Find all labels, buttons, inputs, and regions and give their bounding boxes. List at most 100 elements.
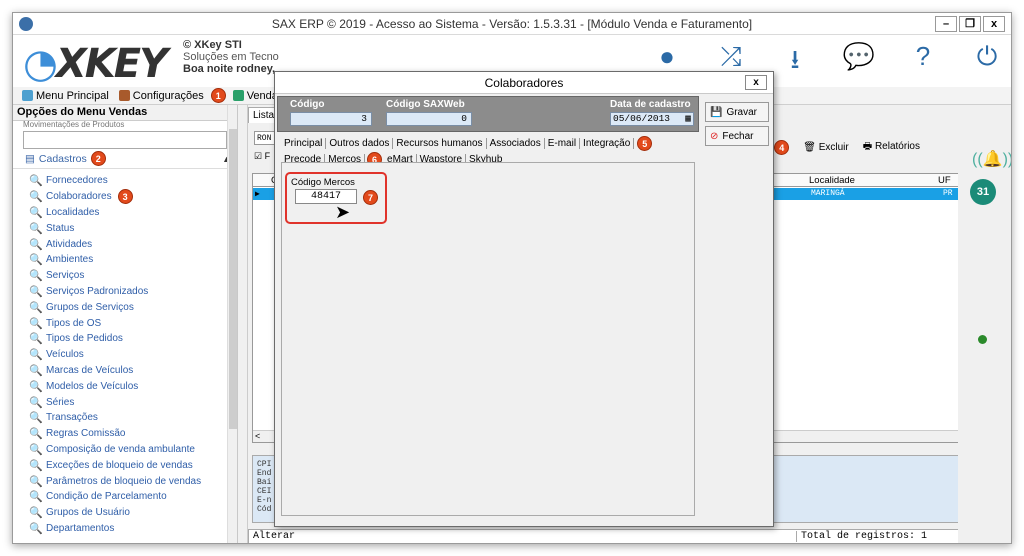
sidebar-item[interactable]: 🔍 Marcas de Veículos — [13, 363, 237, 379]
search-icon: 🔍 — [29, 491, 43, 504]
dialog-tab[interactable]: Associados — [487, 138, 545, 149]
sidebar-item-label: Atividades — [46, 238, 93, 250]
sidebar-item[interactable]: 🔍 Localidades — [13, 205, 237, 221]
splitter[interactable] — [238, 105, 248, 543]
sidebar-item[interactable]: 🔍 Serviços Padronizados — [13, 284, 237, 300]
dialog-close-button[interactable]: x — [745, 75, 767, 90]
search-icon: 🔍 — [29, 475, 43, 488]
search-icon: 🔍 — [29, 317, 43, 330]
company-name: © XKey STI — [183, 39, 242, 51]
step-badge-3: 3 — [117, 189, 133, 205]
dialog-tab[interactable]: Recursos humanos — [393, 138, 487, 149]
fechar-button[interactable]: ⊘ Fechar — [705, 126, 769, 146]
sidebar-item[interactable]: 🔍 Regras Comissão — [13, 426, 237, 442]
relatorios-button[interactable]: 🖶 Relatórios — [863, 139, 920, 156]
sidebar-item-label: Marcas de Veículos — [46, 364, 134, 376]
sidebar-item[interactable]: 🔍 Exceções de bloqueio de vendas — [13, 457, 237, 473]
col-localidade[interactable]: Localidade — [809, 175, 855, 186]
help-icon[interactable]: ? — [905, 41, 941, 85]
sidebar-item[interactable]: 🔍 Composição de venda ambulante — [13, 442, 237, 458]
col-uf[interactable]: UF — [938, 175, 951, 186]
sidebar-item[interactable]: 🔍 Grupos de Serviços — [13, 299, 237, 315]
scroll-thumb[interactable] — [229, 129, 237, 429]
search-icon: 🔍 — [29, 333, 43, 346]
menu-principal[interactable]: Menu Principal — [19, 90, 112, 102]
sidebar-item-label: Séries — [46, 396, 75, 408]
sidebar-item[interactable]: 🔍 Veículos — [13, 347, 237, 363]
sidebar-item[interactable]: 🔍 Fornecedores — [13, 173, 237, 189]
sidebar-item-label: Veículos — [46, 349, 84, 361]
sidebar-item-label: Condição de Parcelamento — [46, 491, 167, 503]
sidebar-item[interactable]: 🔍 Parâmetros de bloqueio de vendas — [13, 473, 237, 489]
xkey-logo: ◔XKEY — [23, 41, 168, 87]
sidebar-item-label: Ambientes — [46, 254, 94, 266]
sidebar-item[interactable]: 🔍 Modelos de Veículos — [13, 378, 237, 394]
minimize-button[interactable]: – — [935, 16, 957, 32]
cancel-icon: ⊘ — [710, 130, 719, 142]
sidebar-item[interactable]: 🔍 Status — [13, 220, 237, 236]
search-icon: 🔍 — [29, 254, 43, 267]
power-icon[interactable]: ⏻ — [969, 41, 1005, 85]
restore-button[interactable]: ❐ — [959, 16, 981, 32]
dialog-tab[interactable]: Outros dados — [326, 138, 394, 149]
sidebar-item-label: Fornecedores — [46, 175, 108, 187]
sidebar-item[interactable]: 🔍 Departamentos — [13, 521, 237, 537]
sidebar-item[interactable]: 🔍 Serviços — [13, 268, 237, 284]
mouse-cursor-icon: ➤ — [335, 202, 351, 222]
sidebar-item-label: Transações — [46, 412, 98, 424]
close-button[interactable]: x — [983, 16, 1005, 32]
calendar-picker-icon[interactable]: ▦ — [685, 113, 691, 125]
calendar-icon[interactable]: 31 — [970, 179, 996, 205]
step-badge-2: 2 — [90, 151, 106, 166]
search-icon: 🔍 — [29, 238, 43, 251]
status-bar: Alterar Total de registros: 1 — [248, 529, 964, 543]
sidebar-item[interactable]: 🔍 Condição de Parcelamento — [13, 489, 237, 505]
search-icon: 🔍 — [29, 206, 43, 219]
sidebar: Opções do Menu Vendas‡ Movimentações de … — [13, 105, 238, 543]
notification-icon[interactable]: ((🔔)) — [972, 149, 1011, 169]
sidebar-search-input[interactable] — [23, 131, 227, 149]
sidebar-item[interactable]: 🔍 Tipos de OS — [13, 315, 237, 331]
sidebar-item[interactable]: 🔍 Transações — [13, 410, 237, 426]
sidebar-section-cadastros[interactable]: ▤ Cadastros 2 ▲ — [13, 149, 237, 169]
sidebar-item[interactable]: 🔍 Ambientes — [13, 252, 237, 268]
sidebar-item-label: Grupos de Usuário — [46, 507, 130, 519]
dialog-header-fields: Código 3 Código SAXWeb 0 Data de cadastr… — [277, 96, 699, 132]
sidebar-item-label: Status — [46, 222, 75, 234]
sidebar-item[interactable]: 🔍 Tipos de Pedidos — [13, 331, 237, 347]
dialog-tab[interactable]: Integração — [580, 138, 635, 149]
sidebar-item[interactable]: 🔍 Atividades — [13, 236, 237, 252]
filter-checkbox[interactable]: ☑ F — [254, 151, 270, 162]
sidebar-clipped-item[interactable]: Movimentações de Produtos — [13, 121, 237, 131]
sidebar-item[interactable]: 🔍 Grupos de Usuário — [13, 505, 237, 521]
search-icon: 🔍 — [29, 349, 43, 362]
codigo-field[interactable]: 3 — [290, 112, 372, 126]
search-icon: 🔍 — [29, 412, 43, 425]
sidebar-scrollbar[interactable] — [227, 105, 237, 543]
step-badge-4: 4 — [774, 140, 790, 155]
sidebar-item[interactable]: 🔍 Colaboradores 3 — [13, 189, 237, 205]
codigo-saxweb-field[interactable]: 0 — [386, 112, 472, 126]
sidebar-item-label: Departamentos — [46, 522, 115, 534]
sidebar-item-label: Localidades — [46, 206, 100, 218]
scroll-left-icon[interactable]: < — [255, 431, 260, 441]
sidebar-item-label: Exceções de bloqueio de vendas — [46, 459, 193, 471]
sidebar-item-label: Serviços Padronizados — [46, 285, 149, 297]
search-icon: 🔍 — [29, 364, 43, 377]
dialog-tab[interactable]: Principal — [281, 138, 327, 149]
sidebar-item-label: Colaboradores — [46, 191, 112, 203]
sidebar-item[interactable]: 🔍 Séries — [13, 394, 237, 410]
chat-icon[interactable]: 💬 — [841, 41, 877, 85]
step-badge-5: 5 — [637, 136, 653, 151]
gravar-button[interactable]: 💾 Gravar — [705, 102, 769, 122]
row-localidade: MARINGÁ — [811, 189, 845, 198]
status-total: Total de registros: 1 — [801, 531, 928, 542]
sidebar-item-label: Modelos de Veículos — [46, 380, 139, 392]
data-cadastro-field[interactable]: 05/06/2013 ▦ — [610, 112, 694, 126]
step-badge-7: 7 — [363, 190, 378, 205]
dialog-tab[interactable]: E-mail — [545, 138, 581, 149]
download-icon[interactable]: ⭳ — [777, 41, 813, 85]
excluir-button[interactable]: 🗑 Excluir — [803, 142, 849, 153]
menu-configuracoes[interactable]: Configurações — [116, 90, 207, 102]
sales-icon — [232, 90, 244, 101]
